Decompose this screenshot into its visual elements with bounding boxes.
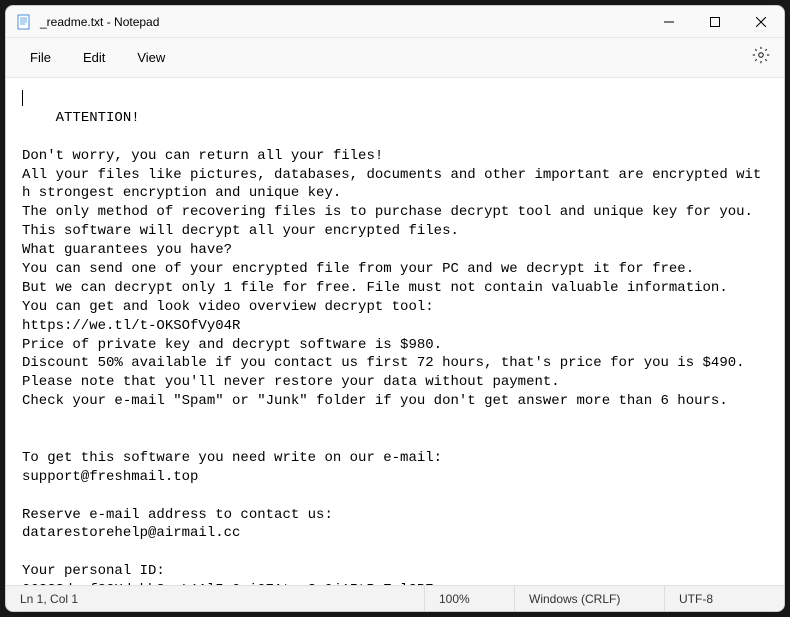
document-text: ATTENTION! Don't worry, you can return a… bbox=[22, 110, 761, 585]
close-button[interactable] bbox=[738, 6, 784, 37]
status-position: Ln 1, Col 1 bbox=[6, 586, 424, 611]
status-zoom[interactable]: 100% bbox=[424, 586, 514, 611]
notepad-icon bbox=[16, 14, 32, 30]
statusbar: Ln 1, Col 1 100% Windows (CRLF) UTF-8 bbox=[6, 585, 784, 611]
menu-edit[interactable]: Edit bbox=[67, 44, 121, 71]
maximize-button[interactable] bbox=[692, 6, 738, 37]
status-line-ending: Windows (CRLF) bbox=[514, 586, 664, 611]
menu-view[interactable]: View bbox=[121, 44, 181, 71]
text-editor[interactable]: ATTENTION! Don't worry, you can return a… bbox=[6, 78, 784, 585]
window-controls bbox=[646, 6, 784, 37]
settings-button[interactable] bbox=[746, 40, 776, 75]
menubar: File Edit View bbox=[6, 38, 784, 78]
text-caret bbox=[22, 90, 23, 106]
notepad-window: _readme.txt - Notepad File Edit View bbox=[5, 5, 785, 612]
menu-file[interactable]: File bbox=[14, 44, 67, 71]
window-title: _readme.txt - Notepad bbox=[40, 15, 646, 29]
minimize-button[interactable] bbox=[646, 6, 692, 37]
status-encoding: UTF-8 bbox=[664, 586, 784, 611]
gear-icon bbox=[752, 46, 770, 69]
titlebar[interactable]: _readme.txt - Notepad bbox=[6, 6, 784, 38]
